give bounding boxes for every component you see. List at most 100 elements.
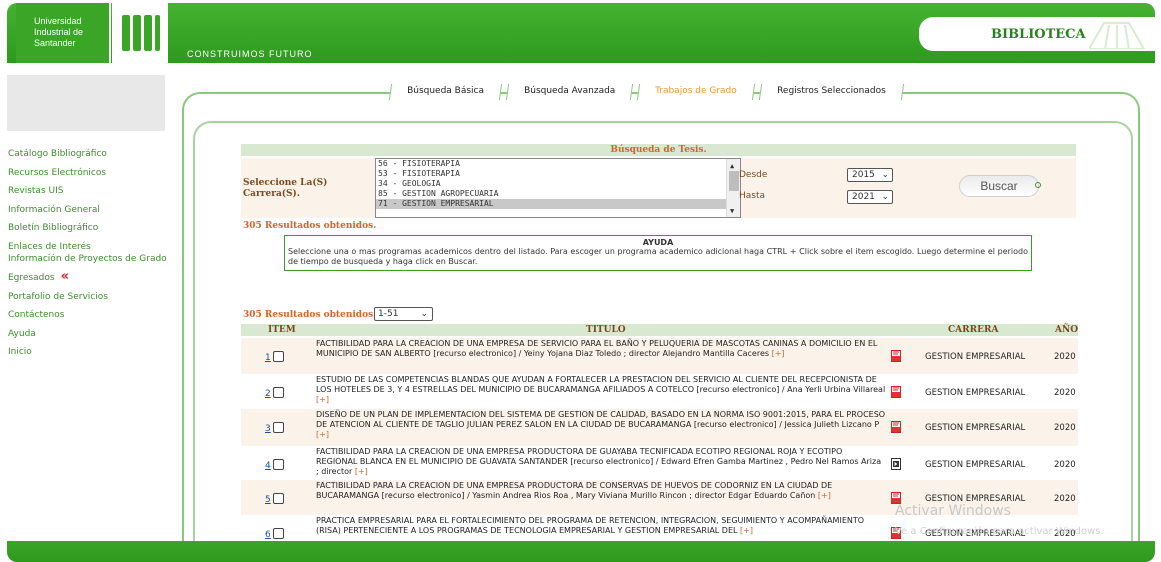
sidebar-item-egresados-row[interactable]: Egresados « [8,269,168,284]
program-option[interactable]: 56 - FISIOTERAPIA [376,159,740,169]
double-chevron-left-icon: « [60,269,69,284]
program-option[interactable]: 85 - GESTION AGROPECUARIA [376,189,740,199]
sidebar-item-enlaces[interactable]: Enlaces de Interés [8,241,168,253]
biblioteca-badge[interactable]: BIBLIOTECA [919,17,1155,51]
sidebar-item-contactenos[interactable]: Contáctenos [8,309,168,321]
carrera-cell: GESTION EMPRESARIAL [925,460,1026,470]
search-form: Seleccione La(S) Carrera(S). 56 - FISIOT… [241,158,1076,218]
expand-more-link[interactable]: [+] [740,526,753,535]
expand-more-link[interactable]: [+] [316,430,329,439]
university-name: Universidad Industrial de Santander [34,16,84,48]
search-title: Búsqueda de Tesis. [241,144,1076,156]
anio-cell: 2020 [1054,494,1076,504]
thesis-title: DISEÑO DE UN PLAN DE IMPLEMENTACION DEL … [316,410,886,440]
biblioteca-title: BIBLIOTECA [991,27,1086,42]
thesis-title: ESTUDIO DE LAS COMPETENCIAS BLANDAS QUE … [316,375,886,405]
uis-logo-icon[interactable] [112,3,168,63]
listbox-scrollbar[interactable]: ▲ ▼ [726,159,740,217]
thesis-title-text: ESTUDIO DE LAS COMPETENCIAS BLANDAS QUE … [316,375,886,394]
tab-registros-seleccionados[interactable]: Registros Seleccionados [758,84,904,100]
table-row: 1 FACTIBILIDAD PARA LA CREACION DE UNA EM… [241,338,1078,375]
select-checkbox[interactable] [273,493,284,504]
sidebar-item-recursos[interactable]: Recursos Electrónicos [8,167,168,179]
item-number-link[interactable]: 1 [265,353,271,363]
item-number-link[interactable]: 2 [265,389,271,399]
buscar-button[interactable]: Buscar [959,175,1039,197]
expand-more-link[interactable]: [+] [355,467,368,476]
sidebar-item-ayuda[interactable]: Ayuda [8,328,168,340]
scroll-thumb[interactable] [729,171,739,191]
page-range-select[interactable]: 1-51 ⌄ [374,307,433,321]
select-checkbox[interactable] [273,387,284,398]
scroll-down-icon[interactable]: ▼ [730,206,734,216]
thesis-title-text: FACTIBILIDAD PARA LA CREACION DE UNA EMP… [316,339,878,358]
thesis-title: PRACTICA EMPRESARIAL PARA EL FORTALECIMI… [316,516,886,536]
results-count: 305 Resultados obtenidos. [243,221,377,231]
select-checkbox[interactable] [273,351,284,362]
sidebar-item-portafolio[interactable]: Portafolio de Servicios [8,291,168,303]
select-checkbox[interactable] [273,422,284,433]
sidebar-item-revistas[interactable]: Revistas UIS [8,185,168,197]
header-item: ITEM [268,325,296,335]
select-checkbox[interactable] [273,528,284,539]
chevron-down-icon: ⌄ [420,309,428,319]
carrera-cell: GESTION EMPRESARIAL [925,388,1026,398]
table-header: ITEM TITULO CARRERA AÑO [241,324,1078,336]
sidebar-item-proyectos[interactable]: Información de Proyectos de Grado [8,253,168,265]
item-number-link[interactable]: 4 [265,461,271,471]
help-title: AYUDA [642,238,674,247]
chevron-down-icon: ⌄ [881,170,889,180]
header-carrera: CARRERA [948,325,999,335]
hasta-select[interactable]: 2021 ⌄ [847,190,893,204]
sidebar-item-inicio[interactable]: Inicio [8,346,168,358]
pdf-icon[interactable] [891,386,901,398]
anio-cell: 2020 [1054,352,1076,362]
scroll-up-icon[interactable]: ▲ [730,161,734,171]
anio-cell: 2020 [1054,388,1076,398]
table-row: 4 FACTIBILIDAD PARA LA CREACION DE UNA EM… [241,446,1078,483]
sidebar: Catálogo Bibliográfico Recursos Electrón… [8,148,168,365]
sidebar-item-boletin[interactable]: Boletín Bibliográfico [8,222,168,234]
header-anio: AÑO [1055,325,1079,335]
thesis-title: FACTIBILIDAD PARA LA CREACION DE UNA EMP… [316,339,886,359]
anio-cell: 2020 [1054,460,1076,470]
expand-more-link[interactable]: [+] [772,349,785,358]
sidebar-item-egresados[interactable]: Egresados [8,273,55,283]
item-number-link[interactable]: 6 [265,530,271,540]
pdf-icon[interactable] [891,421,901,433]
program-option[interactable]: 53 - FISIOTERAPIA [376,169,740,179]
windows-watermark: Activar Windows [895,503,1011,519]
thesis-title-text: PRACTICA EMPRESARIAL PARA EL FORTALECIMI… [316,516,865,535]
pdf-icon[interactable] [891,350,901,362]
tab-busqueda-avanzada[interactable]: Búsqueda Avanzada [505,84,634,100]
university-logo[interactable]: Universidad Industrial de Santander [16,3,111,63]
site-footer [7,541,1155,562]
sidebar-item-informacion[interactable]: Información General [8,204,168,216]
table-row: 2 ESTUDIO DE LAS COMPETENCIAS BLANDAS QUE… [241,374,1078,411]
carrera-cell: GESTION EMPRESARIAL [925,352,1026,362]
desde-label: Desde [739,170,768,180]
programs-listbox[interactable]: 56 - FISIOTERAPIA 53 - FISIOTERAPIA 34 -… [375,158,741,218]
video-icon[interactable] [891,458,901,470]
hasta-label: Hasta [739,191,766,201]
thesis-title-text: FACTIBILIDAD PARA LA CREACION DE UNA EMP… [316,481,833,500]
desde-select[interactable]: 2015 ⌄ [847,168,893,182]
expand-more-link[interactable]: [+] [818,491,831,500]
program-option-selected[interactable]: 71 - GESTION EMPRESARIAL [376,199,740,209]
tab-busqueda-basica[interactable]: Búsqueda Básica [388,84,503,100]
thesis-title: FACTIBILIDAD PARA LA CREACION DE UNA EMP… [316,481,886,501]
site-header: Universidad Industrial de Santander CONS… [7,3,1155,63]
program-option[interactable]: 34 - GEOLOGIA [376,179,740,189]
carrera-cell: GESTION EMPRESARIAL [925,423,1026,433]
thesis-title-text: DISEÑO DE UN PLAN DE IMPLEMENTACION DEL … [316,410,886,429]
sidebar-item-catalogo[interactable]: Catálogo Bibliográfico [8,148,168,160]
slogan: CONSTRUIMOS FUTURO [187,49,313,59]
tab-trabajos-de-grado[interactable]: Trabajos de Grado [637,84,756,100]
thesis-title-text: FACTIBILIDAD PARA LA CREACION DE UNA EMP… [316,447,882,476]
expand-more-link[interactable]: [+] [316,395,329,404]
select-programs-label: Seleccione La(S) Carrera(S). [243,178,328,199]
item-number-link[interactable]: 3 [265,424,271,434]
item-number-link[interactable]: 5 [265,495,271,505]
table-row: 3 DISEÑO DE UN PLAN DE IMPLEMENTACION DEL… [241,409,1078,446]
select-checkbox[interactable] [273,459,284,470]
